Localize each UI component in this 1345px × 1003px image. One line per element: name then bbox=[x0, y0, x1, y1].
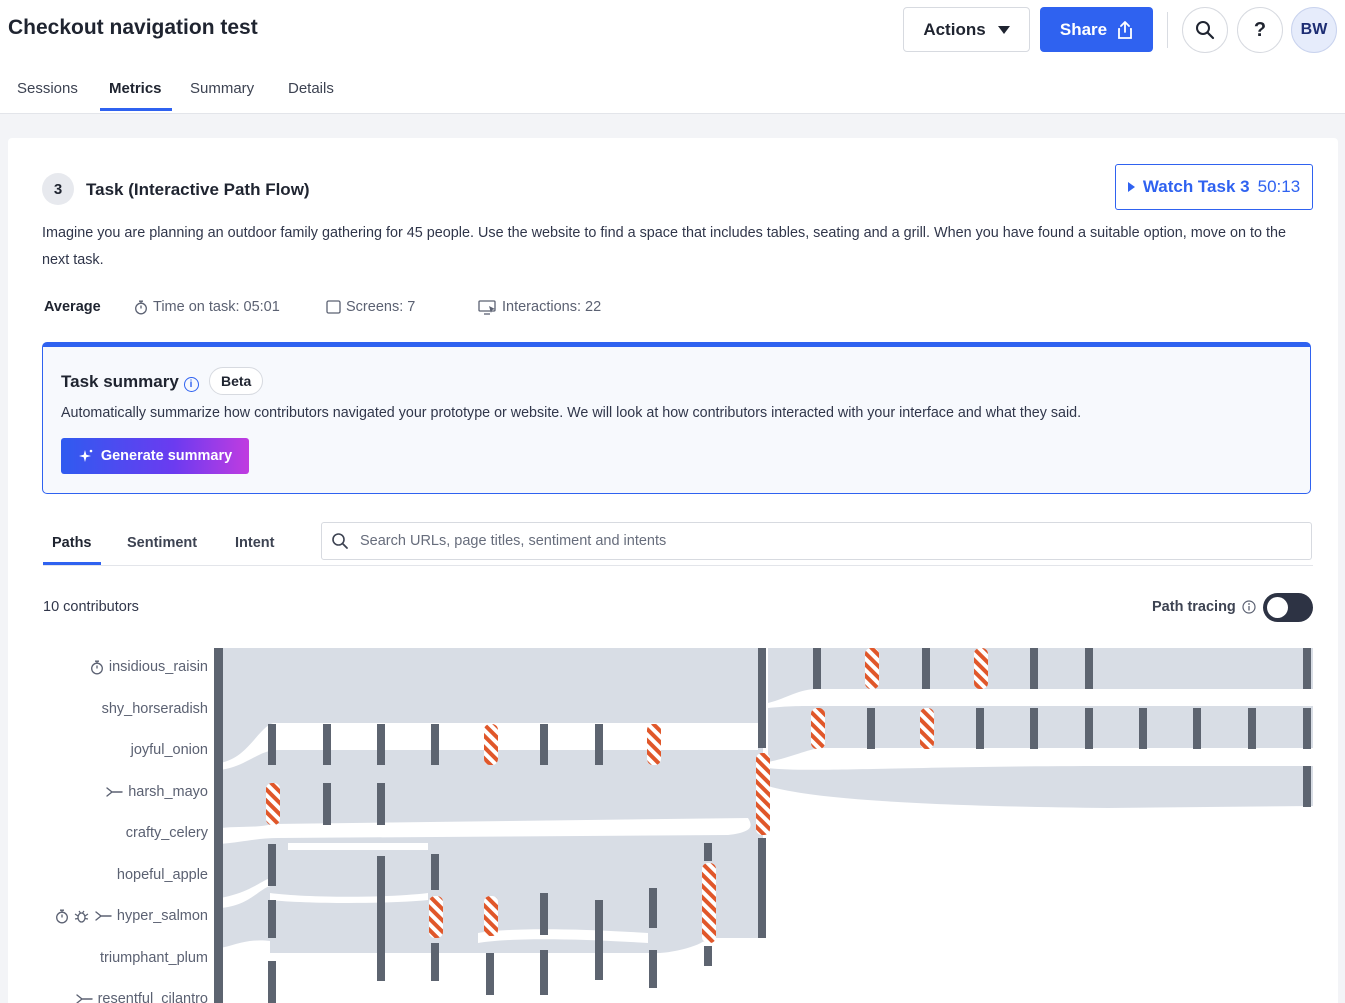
misclick-node[interactable] bbox=[702, 863, 716, 943]
screen-node[interactable] bbox=[1303, 648, 1311, 689]
tab-sessions[interactable]: Sessions bbox=[17, 72, 78, 112]
misclick-node[interactable] bbox=[484, 896, 498, 936]
screen-node[interactable] bbox=[1193, 708, 1201, 749]
screen-node[interactable] bbox=[377, 783, 385, 825]
screen-node[interactable] bbox=[758, 838, 766, 938]
path-flow-diagram bbox=[214, 648, 1313, 1003]
screen-node[interactable] bbox=[758, 648, 766, 748]
screen-node[interactable] bbox=[431, 943, 439, 981]
screen-node[interactable] bbox=[1139, 708, 1147, 749]
top-header: Checkout navigation test Actions Share ?… bbox=[0, 0, 1345, 114]
screen-node[interactable] bbox=[649, 888, 657, 928]
header-divider bbox=[1167, 12, 1168, 48]
screen-node[interactable] bbox=[323, 783, 331, 825]
misclick-node[interactable] bbox=[811, 708, 825, 749]
help-icon: ? bbox=[1253, 18, 1267, 41]
screen-node[interactable] bbox=[268, 724, 276, 765]
misclick-node[interactable] bbox=[865, 648, 879, 689]
screen-node[interactable] bbox=[431, 854, 439, 890]
misclick-node[interactable] bbox=[920, 708, 934, 749]
screen-node[interactable] bbox=[486, 953, 494, 995]
actions-label: Actions bbox=[923, 19, 986, 39]
misclick-node[interactable] bbox=[266, 783, 280, 825]
tab-details[interactable]: Details bbox=[288, 72, 334, 112]
screen-node[interactable] bbox=[1303, 766, 1311, 807]
misclick-node[interactable] bbox=[647, 724, 661, 765]
screen-node[interactable] bbox=[922, 648, 930, 689]
page-title: Checkout navigation test bbox=[8, 16, 258, 39]
screen-node[interactable] bbox=[1248, 708, 1256, 749]
screen-node[interactable] bbox=[867, 708, 875, 749]
misclick-node[interactable] bbox=[484, 724, 498, 765]
screen-node[interactable] bbox=[1085, 648, 1093, 689]
flow-band-right-low bbox=[768, 766, 1313, 808]
actions-button[interactable]: Actions bbox=[903, 7, 1030, 52]
screen-node[interactable] bbox=[377, 724, 385, 765]
task-card: 3 Task (Interactive Path Flow) Watch Tas… bbox=[8, 138, 1338, 1003]
caret-down-icon bbox=[997, 25, 1010, 34]
start-axis bbox=[214, 648, 223, 1003]
screen-node[interactable] bbox=[595, 724, 603, 765]
screen-node[interactable] bbox=[976, 708, 984, 749]
screen-node[interactable] bbox=[1030, 648, 1038, 689]
avatar[interactable]: BW bbox=[1291, 7, 1337, 53]
screen-node[interactable] bbox=[704, 946, 712, 966]
screen-node[interactable] bbox=[431, 724, 439, 765]
screen-node[interactable] bbox=[1085, 708, 1093, 749]
screen-node[interactable] bbox=[595, 900, 603, 980]
screen-node[interactable] bbox=[1303, 708, 1311, 749]
tab-metrics[interactable]: Metrics bbox=[109, 72, 162, 112]
screen-node[interactable] bbox=[649, 950, 657, 988]
search-button[interactable] bbox=[1182, 7, 1228, 53]
share-icon bbox=[1118, 20, 1133, 39]
screen-node[interactable] bbox=[268, 900, 276, 938]
tab-summary[interactable]: Summary bbox=[190, 72, 254, 112]
misclick-node[interactable] bbox=[429, 896, 443, 938]
screen-node[interactable] bbox=[323, 724, 331, 765]
flow-band-right-top bbox=[768, 648, 1313, 703]
misclick-node[interactable] bbox=[974, 648, 988, 689]
screen-node[interactable] bbox=[377, 856, 385, 981]
screen-node[interactable] bbox=[540, 950, 548, 995]
screen-node[interactable] bbox=[268, 844, 276, 886]
search-icon bbox=[1196, 21, 1215, 40]
flow-gap bbox=[288, 843, 428, 850]
active-tab-indicator bbox=[100, 108, 172, 111]
screen-node[interactable] bbox=[704, 843, 712, 861]
screen-node[interactable] bbox=[813, 648, 821, 689]
share-button[interactable]: Share bbox=[1040, 7, 1153, 52]
flow-band-right-mid bbox=[768, 706, 1313, 762]
screen-node[interactable] bbox=[540, 724, 548, 765]
share-label: Share bbox=[1059, 19, 1108, 39]
screen-node[interactable] bbox=[540, 893, 548, 935]
misclick-node[interactable] bbox=[756, 753, 770, 835]
screen-node[interactable] bbox=[268, 961, 276, 1003]
screen-node[interactable] bbox=[1030, 708, 1038, 749]
help-button[interactable]: ? bbox=[1237, 7, 1283, 53]
